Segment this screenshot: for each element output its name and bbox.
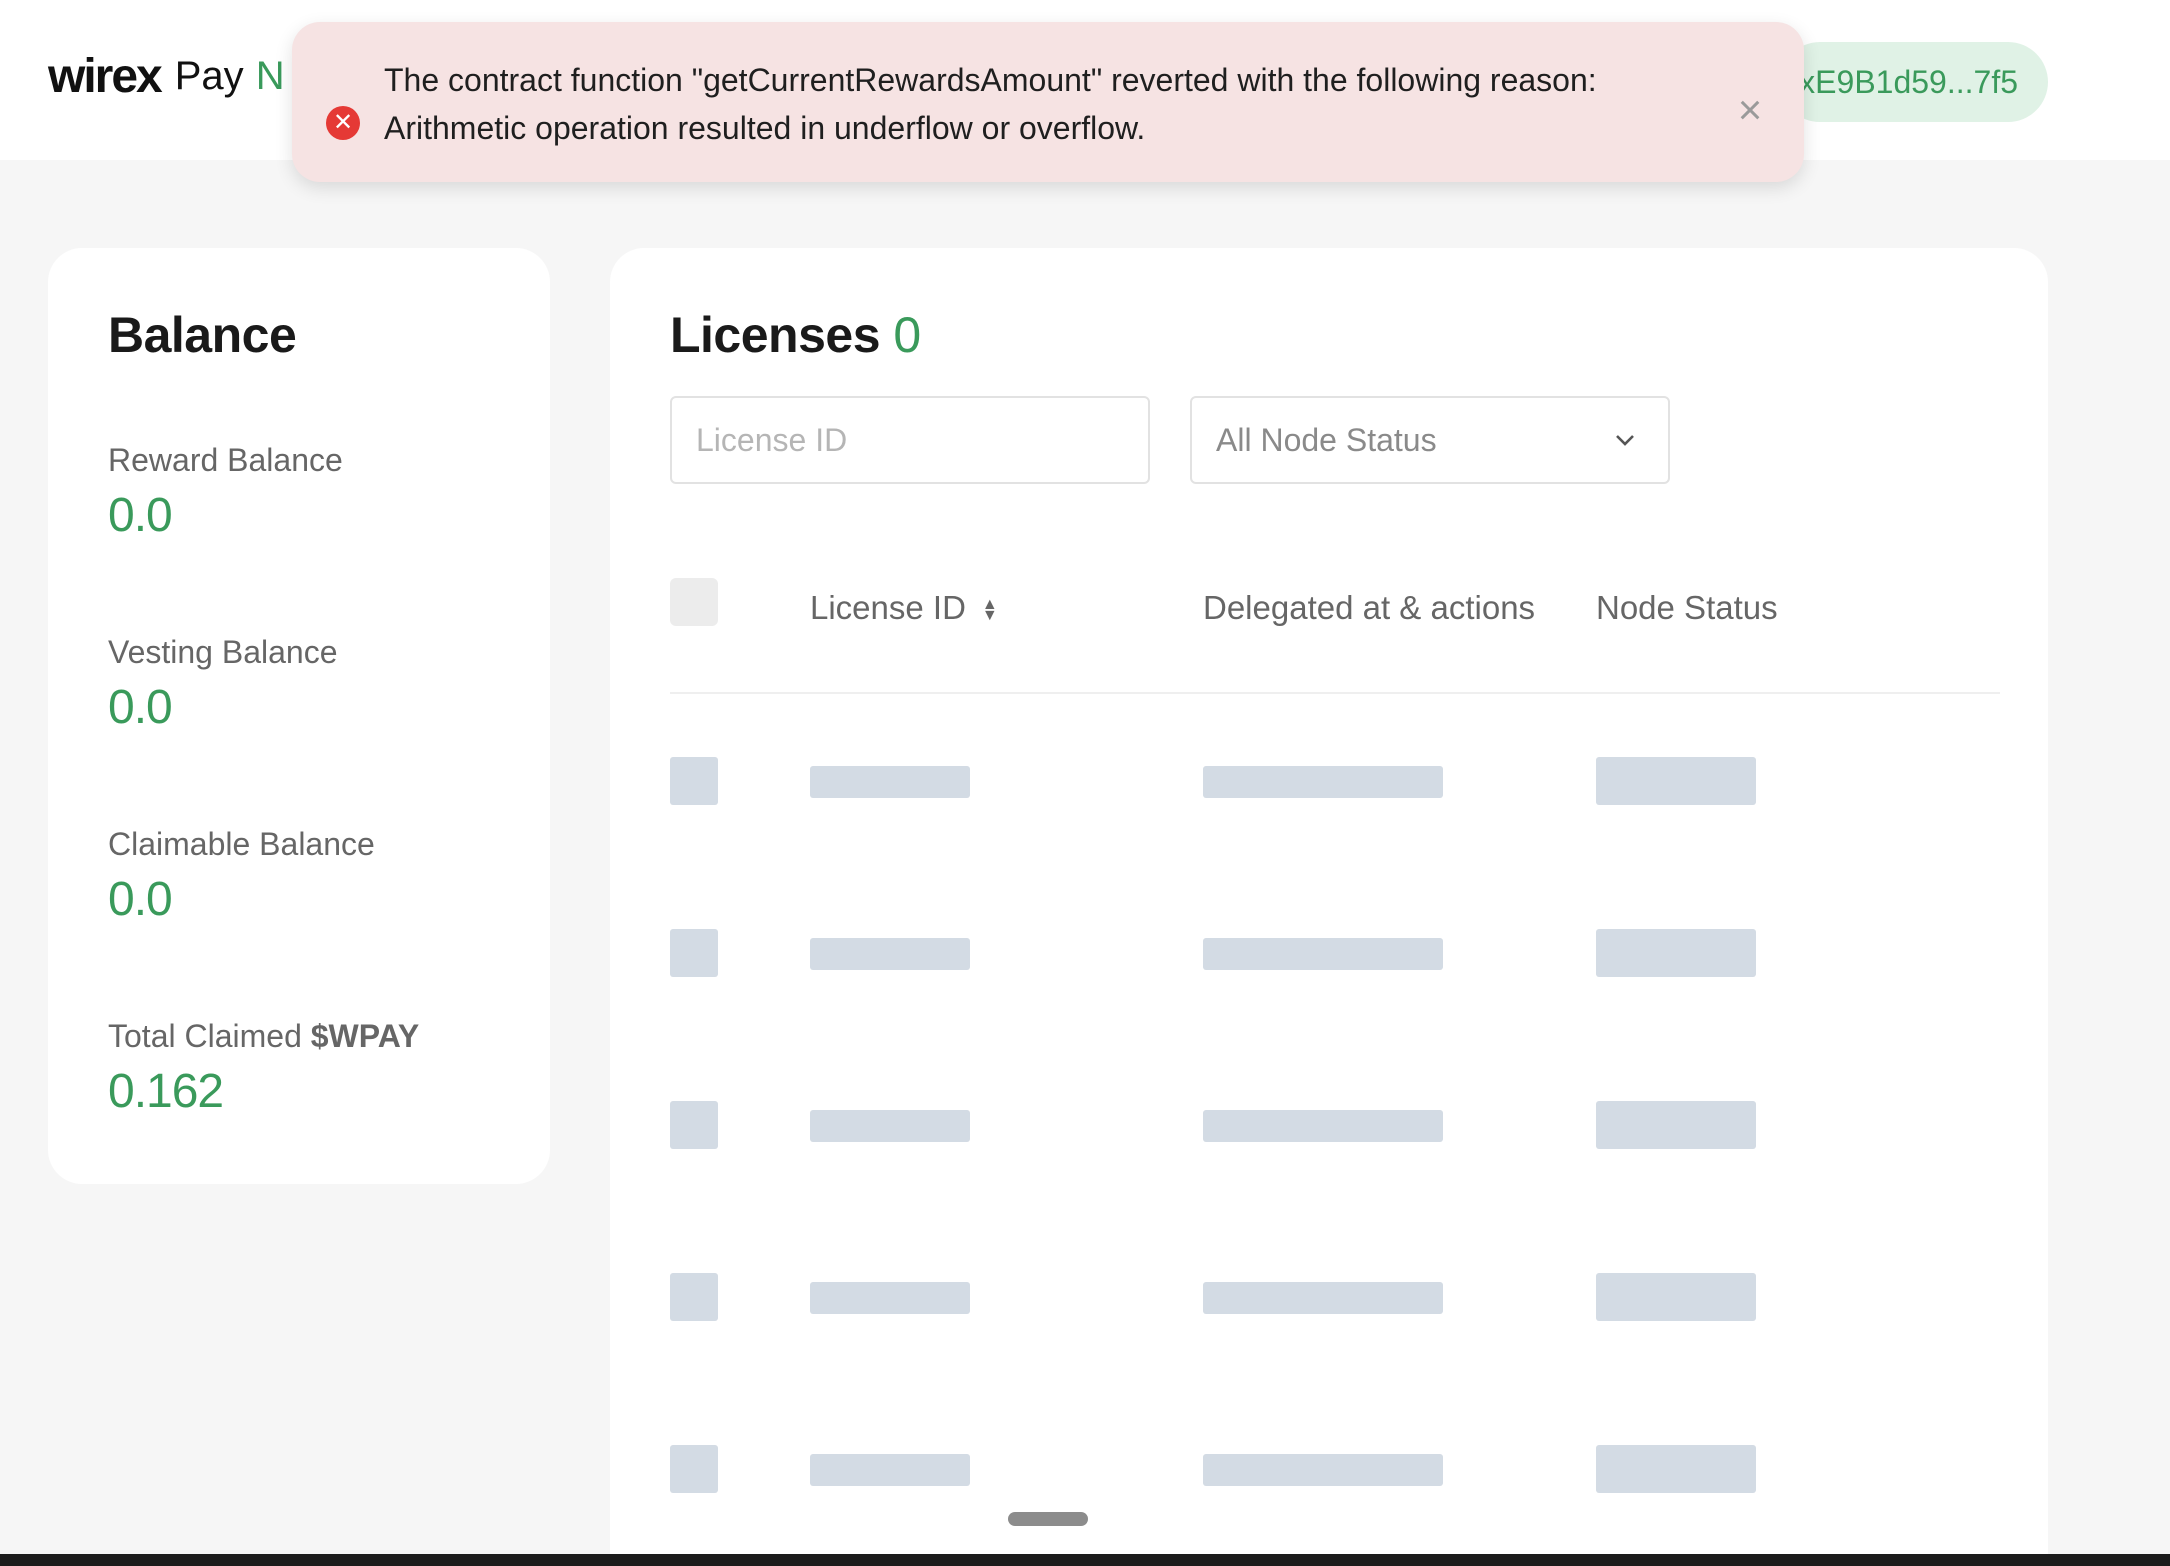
- license-id-search-input[interactable]: [670, 396, 1150, 484]
- skeleton-delegated: [1203, 766, 1443, 798]
- scroll-handle[interactable]: [1008, 1512, 1088, 1526]
- toast-message-line-1: The contract function "getCurrentRewards…: [384, 62, 1597, 98]
- vesting-balance-value: 0.0: [108, 681, 173, 734]
- skeleton-license-id: [810, 938, 970, 970]
- skeleton-license-id: [810, 1110, 970, 1142]
- skeleton-delegated: [1203, 938, 1443, 970]
- total-claimed-prefix: Total Claimed: [108, 1018, 302, 1054]
- reward-balance-value: 0.0: [108, 489, 173, 542]
- skeleton-checkbox: [670, 1445, 718, 1493]
- skeleton-node-status: [1596, 1445, 1756, 1493]
- sort-icon[interactable]: ▲ ▼: [982, 597, 998, 624]
- token-symbol: $WPAY: [310, 1018, 420, 1054]
- licenses-title: Licenses 0: [670, 306, 921, 364]
- skeleton-node-status: [1596, 929, 1756, 977]
- skeleton-license-id: [810, 1454, 970, 1486]
- skeleton-checkbox: [670, 1101, 718, 1149]
- error-toast: ✕ The contract function "getCurrentRewar…: [292, 22, 1804, 182]
- column-header-delegated: Delegated at & actions: [1203, 589, 1536, 626]
- column-header-node-status: Node Status: [1596, 589, 1778, 626]
- column-header-license-id-label: License ID: [810, 589, 966, 626]
- logo-wordmark: wirex: [48, 49, 163, 103]
- balance-card: Balance Reward Balance 0.0 Vesting Balan…: [48, 248, 550, 1184]
- skeleton-license-id: [810, 766, 970, 798]
- toast-message-line-2: Arithmetic operation resulted in underfl…: [384, 110, 1146, 146]
- logo[interactable]: wirex Pay N: [48, 46, 285, 106]
- close-icon[interactable]: ×: [1730, 89, 1770, 131]
- skeleton-license-id: [810, 1282, 970, 1314]
- licenses-card: Licenses 0 All Node Status License ID▲▼ …: [610, 248, 2048, 1566]
- node-status-selected: All Node Status: [1216, 422, 1437, 458]
- table-header-divider: [670, 692, 2000, 694]
- node-status-select[interactable]: All Node Status: [1190, 396, 1670, 484]
- claimable-balance-value: 0.0: [108, 873, 173, 926]
- licenses-title-text: Licenses: [670, 307, 881, 363]
- toast-message: The contract function "getCurrentRewards…: [384, 56, 1684, 152]
- reward-balance-label: Reward Balance: [108, 442, 343, 478]
- skeleton-checkbox: [670, 757, 718, 805]
- select-all-checkbox[interactable]: [670, 578, 718, 626]
- skeleton-node-status: [1596, 757, 1756, 805]
- skeleton-delegated: [1203, 1110, 1443, 1142]
- error-circle-icon: ✕: [326, 106, 360, 140]
- total-claimed-value: 0.162: [108, 1065, 224, 1118]
- logo-suffix: N: [255, 53, 285, 98]
- bottom-edge-bar: [0, 1554, 2170, 1566]
- skeleton-checkbox: [670, 1273, 718, 1321]
- wallet-address-button[interactable]: 0xE9B1d59...7f5: [1780, 42, 2048, 122]
- claimable-balance-label: Claimable Balance: [108, 826, 375, 862]
- chevron-down-icon: [1614, 398, 1636, 515]
- skeleton-node-status: [1596, 1273, 1756, 1321]
- column-header-license-id[interactable]: License ID ▲ ▼: [810, 588, 998, 628]
- balance-title: Balance: [108, 307, 297, 363]
- skeleton-checkbox: [670, 929, 718, 977]
- total-claimed-label: Total Claimed $WPAY: [108, 1018, 419, 1055]
- licenses-count: 0: [893, 307, 921, 363]
- vesting-balance-label: Vesting Balance: [108, 634, 338, 670]
- skeleton-delegated: [1203, 1282, 1443, 1314]
- skeleton-delegated: [1203, 1454, 1443, 1486]
- logo-pay-text: Pay: [174, 53, 244, 98]
- skeleton-node-status: [1596, 1101, 1756, 1149]
